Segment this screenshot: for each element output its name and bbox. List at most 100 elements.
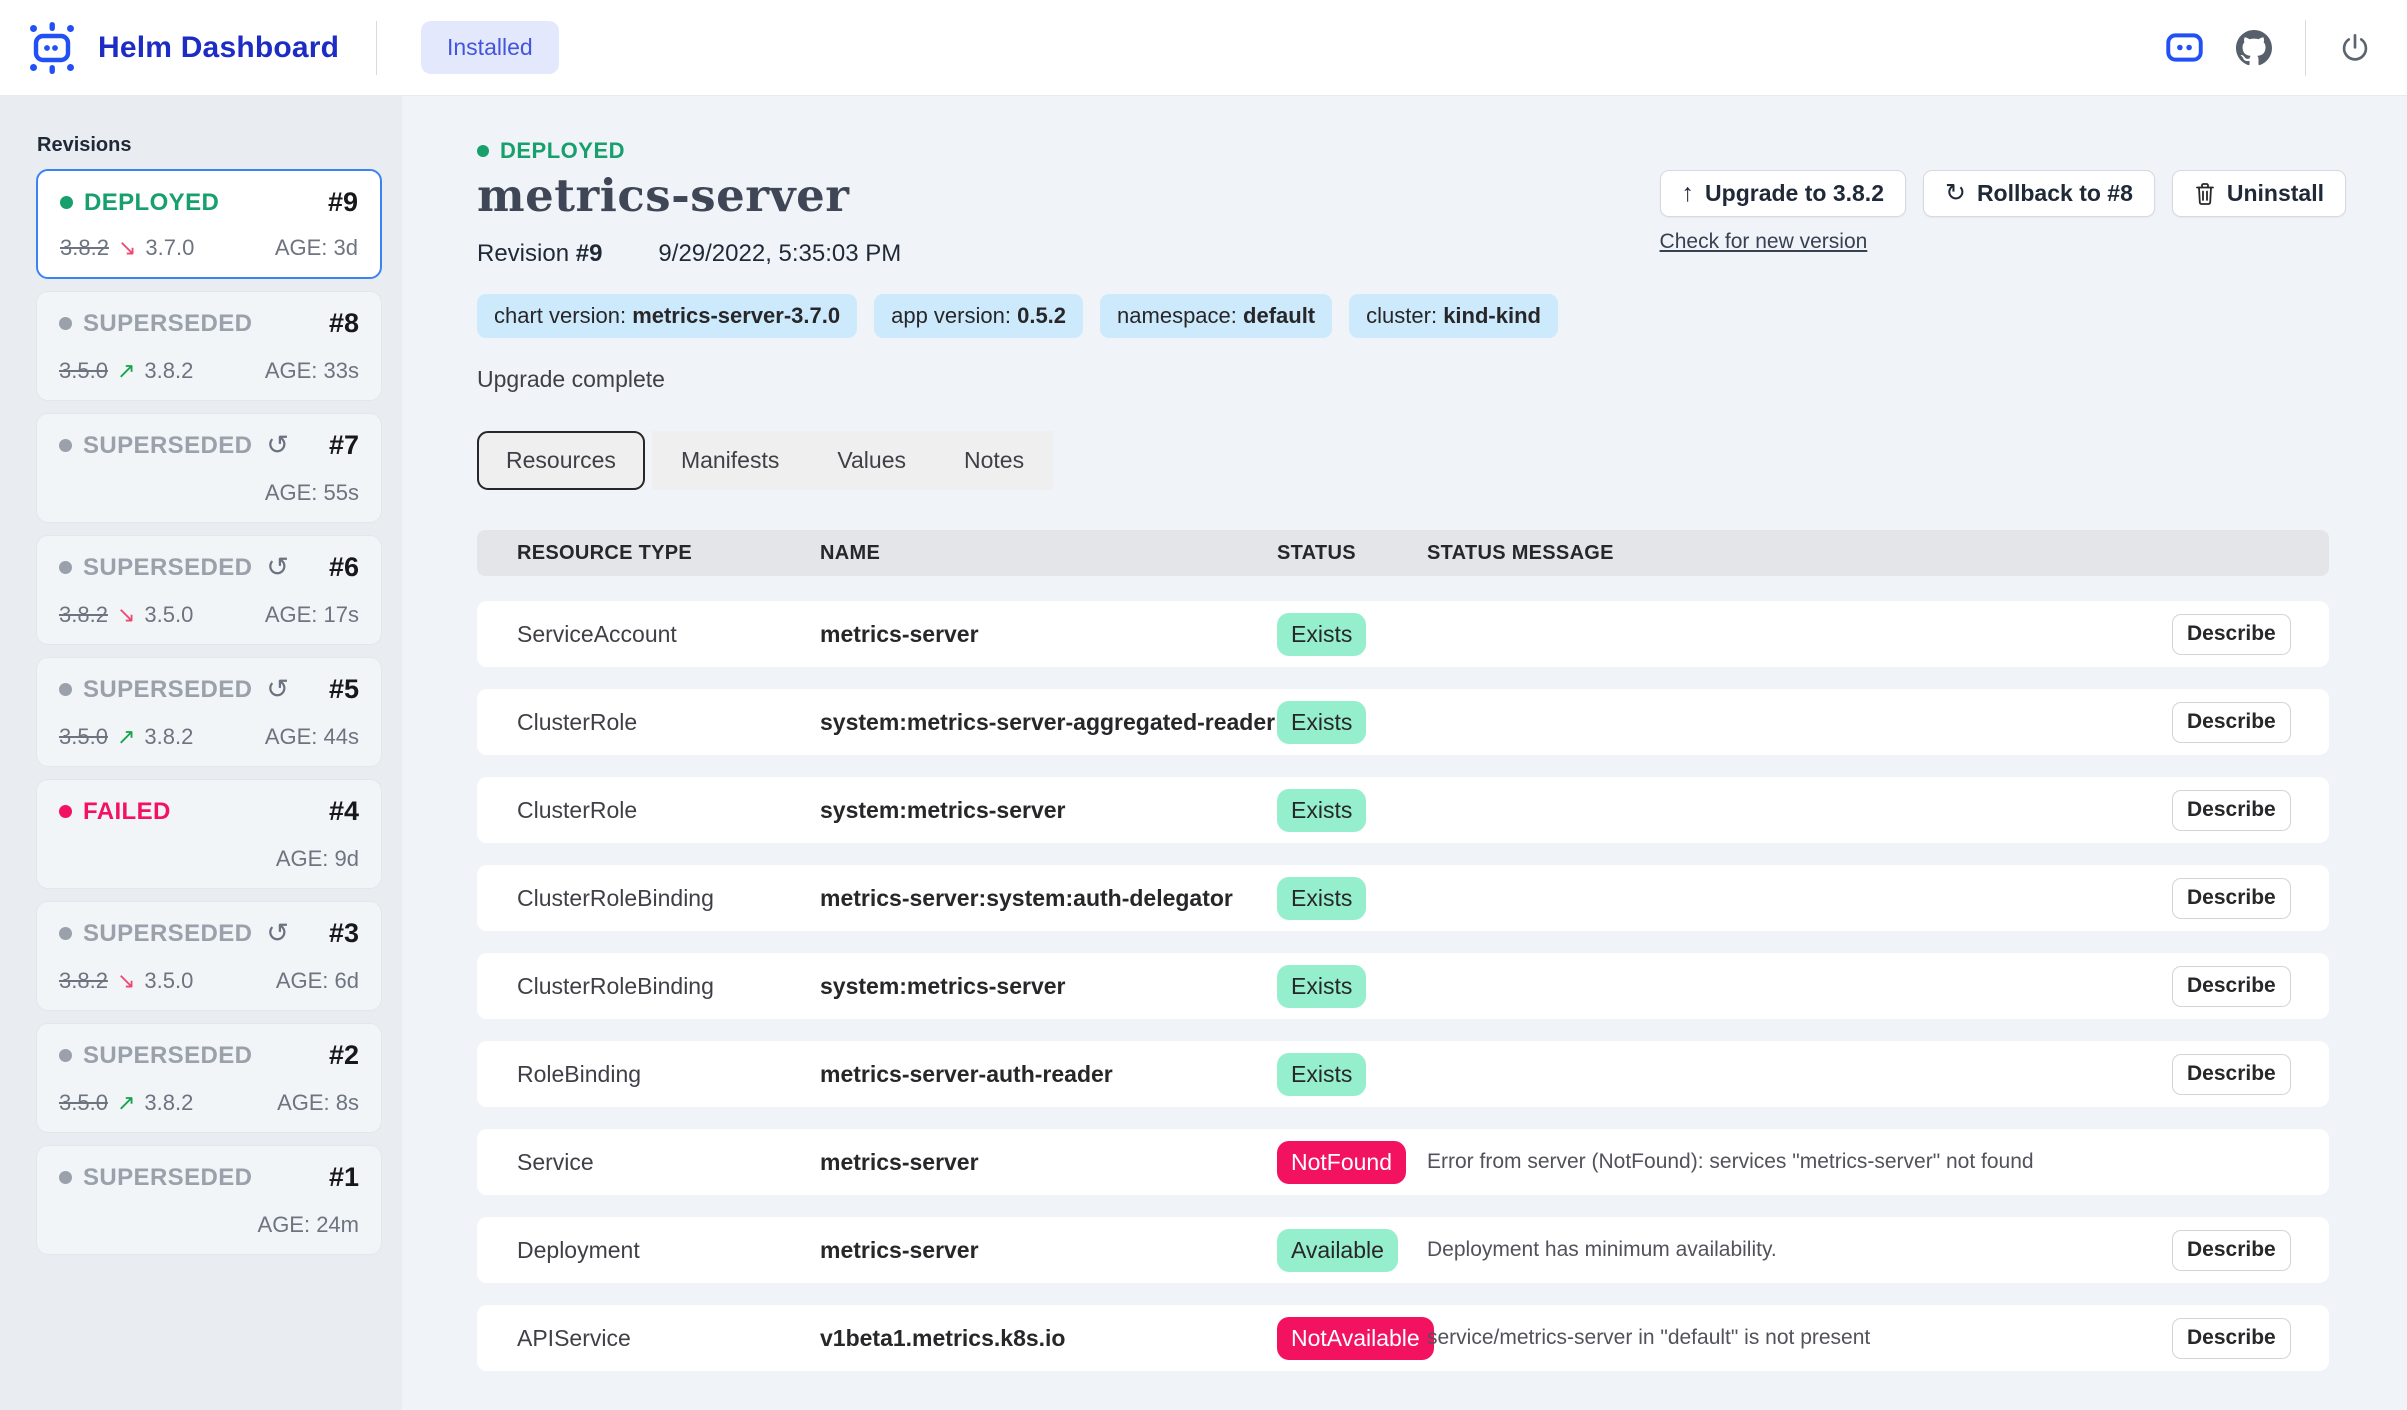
tab[interactable]: Notes (935, 431, 1053, 490)
resource-type-cell: RoleBinding (517, 1061, 820, 1088)
describe-button[interactable]: Describe (2172, 1318, 2291, 1359)
resource-name-cell: v1beta1.metrics.k8s.io (820, 1325, 1277, 1352)
revision-card-top: SUPERSEDED #8 (59, 308, 359, 339)
revisions-heading: Revisions (37, 134, 402, 157)
resource-type-cell: ClusterRoleBinding (517, 885, 820, 912)
old-version: 3.8.2 (59, 602, 108, 627)
upgrade-button[interactable]: ↑ Upgrade to 3.8.2 (1660, 170, 1906, 217)
column-resource-type: RESOURCE TYPE (517, 542, 820, 565)
upgrade-button-label: Upgrade to 3.8.2 (1705, 180, 1884, 207)
revision-age: AGE: 24m (258, 1212, 359, 1238)
robot-face-button[interactable] (2166, 33, 2203, 62)
revision-card-bottom: 3.5.0 3.8.2 AGE: 44s (59, 724, 359, 750)
revision-card-top: SUPERSEDED #1 (59, 1162, 359, 1193)
revision-card[interactable]: SUPERSEDED ↺ #5 3.5.0 3.8.2 AGE: 44s (36, 657, 382, 767)
release-actions: ↑ Upgrade to 3.8.2 ↻ Rollback to #8 Unin… (1660, 170, 2346, 254)
revision-number: #7 (329, 430, 359, 461)
revision-card[interactable]: SUPERSEDED ↺ #6 3.8.23.5.0 AGE: 17s (36, 535, 382, 645)
revision-card-top: DEPLOYED #9 (60, 187, 358, 218)
release-status-note: Upgrade complete (477, 366, 2407, 393)
resource-name-cell: metrics-server (820, 1237, 1277, 1264)
revision-card[interactable]: SUPERSEDED ↺ #3 3.8.23.5.0 AGE: 6d (36, 901, 382, 1011)
describe-button[interactable]: Describe (2172, 702, 2291, 743)
describe-button[interactable]: Describe (2172, 1230, 2291, 1271)
reconfigured-icon: ↺ (266, 920, 289, 947)
release-updated-at: 9/29/2022, 5:35:03 PM (658, 240, 901, 268)
new-version: 3.5.0 (144, 602, 193, 627)
resource-name-cell: system:metrics-server (820, 797, 1277, 824)
revision-status-label: SUPERSEDED (83, 1164, 252, 1192)
nav-installed-tab[interactable]: Installed (421, 21, 559, 74)
chip-label: namespace: (1117, 303, 1237, 328)
check-new-version-link[interactable]: Check for new version (1660, 230, 1868, 254)
status-badge: Exists (1277, 1053, 1366, 1096)
resource-table-row: ClusterRole system:metrics-server Exists… (477, 777, 2329, 843)
trend-arrow-icon (117, 1090, 135, 1115)
revision-number: #9 (576, 240, 603, 267)
revision-card-bottom: AGE: 9d (59, 846, 359, 872)
revision-card[interactable]: SUPERSEDED #8 3.5.03.8.2 AGE: 33s (36, 291, 382, 401)
uninstall-button[interactable]: Uninstall (2172, 170, 2346, 217)
status-badge: Exists (1277, 613, 1366, 656)
status-dot-icon (59, 805, 72, 818)
info-chip: namespace: default (1100, 294, 1332, 338)
revision-status: DEPLOYED (60, 189, 219, 217)
revision-age: AGE: 44s (265, 724, 359, 750)
revision-card-bottom: 3.5.03.8.2 AGE: 8s (59, 1090, 359, 1116)
describe-button[interactable]: Describe (2172, 966, 2291, 1007)
revision-card-bottom: AGE: 55s (59, 480, 359, 506)
column-status-message: STATUS MESSAGE (1427, 542, 2172, 565)
rollback-button[interactable]: ↻ Rollback to #8 (1923, 170, 2155, 217)
old-version: 3.5.0 (59, 1090, 108, 1115)
status-dot-icon (59, 683, 72, 696)
trash-icon (2194, 182, 2216, 206)
tab[interactable]: Values (808, 431, 935, 490)
describe-button[interactable]: Describe (2172, 790, 2291, 831)
resource-type-cell: ServiceAccount (517, 621, 820, 648)
resource-type-cell: Deployment (517, 1237, 820, 1264)
new-version: 3.8.2 (144, 724, 193, 749)
old-version: 3.5.0 (59, 724, 108, 749)
revision-card[interactable]: SUPERSEDED #2 3.5.03.8.2 AGE: 8s (36, 1023, 382, 1133)
old-version: 3.5.0 (59, 358, 108, 383)
github-icon (2236, 30, 2272, 66)
status-message-cell: service/metrics-server in "default" is n… (1427, 1326, 2172, 1350)
revision-number: #3 (329, 918, 359, 949)
tab[interactable]: Resources (477, 431, 645, 490)
describe-button[interactable]: Describe (2172, 614, 2291, 655)
revision-age: AGE: 3d (275, 235, 358, 261)
up-arrow-icon: ↑ (1682, 181, 1695, 206)
github-link[interactable] (2236, 30, 2272, 66)
trend-arrow-icon (117, 358, 135, 383)
revision-card-top: SUPERSEDED ↺ #3 (59, 918, 359, 949)
trend-arrow-icon (117, 724, 135, 749)
new-version: 3.7.0 (145, 235, 194, 260)
revision-card[interactable]: SUPERSEDED ↺ #7 AGE: 55s (36, 413, 382, 523)
revision-card-bottom: 3.8.23.7.0 AGE: 3d (60, 235, 358, 261)
tab[interactable]: Manifests (652, 431, 808, 490)
resource-table-row: ClusterRoleBinding system:metrics-server… (477, 953, 2329, 1019)
revision-status: FAILED (59, 798, 171, 826)
power-button[interactable] (2339, 32, 2371, 64)
resources-table-body: ServiceAccount metrics-server Exists Des… (477, 601, 2329, 1371)
revision-version-change: 3.5.03.8.2 (59, 358, 193, 384)
revision-status: SUPERSEDED ↺ (59, 554, 289, 582)
revision-card[interactable]: FAILED #4 AGE: 9d (36, 779, 382, 889)
resource-table-row: RoleBinding metrics-server-auth-reader E… (477, 1041, 2329, 1107)
brand: Helm Dashboard (0, 19, 376, 77)
revision-status-label: SUPERSEDED (83, 1042, 252, 1070)
top-navbar: Helm Dashboard Installed (0, 0, 2407, 96)
trend-arrow-icon (117, 602, 135, 627)
revision-age: AGE: 6d (276, 968, 359, 994)
revision-status-label: SUPERSEDED (83, 432, 252, 460)
revision-card[interactable]: DEPLOYED #9 3.8.23.7.0 AGE: 3d (36, 169, 382, 279)
column-status: STATUS (1277, 542, 1427, 565)
status-badge: Available (1277, 1229, 1398, 1272)
revision-card-top: SUPERSEDED ↺ #5 (59, 674, 359, 705)
status-dot-icon (59, 927, 72, 940)
describe-button[interactable]: Describe (2172, 878, 2291, 919)
revision-card[interactable]: SUPERSEDED #1 AGE: 24m (36, 1145, 382, 1255)
status-dot-icon (59, 1049, 72, 1062)
describe-button[interactable]: Describe (2172, 1054, 2291, 1095)
status-badge: NotAvailable (1277, 1317, 1434, 1360)
